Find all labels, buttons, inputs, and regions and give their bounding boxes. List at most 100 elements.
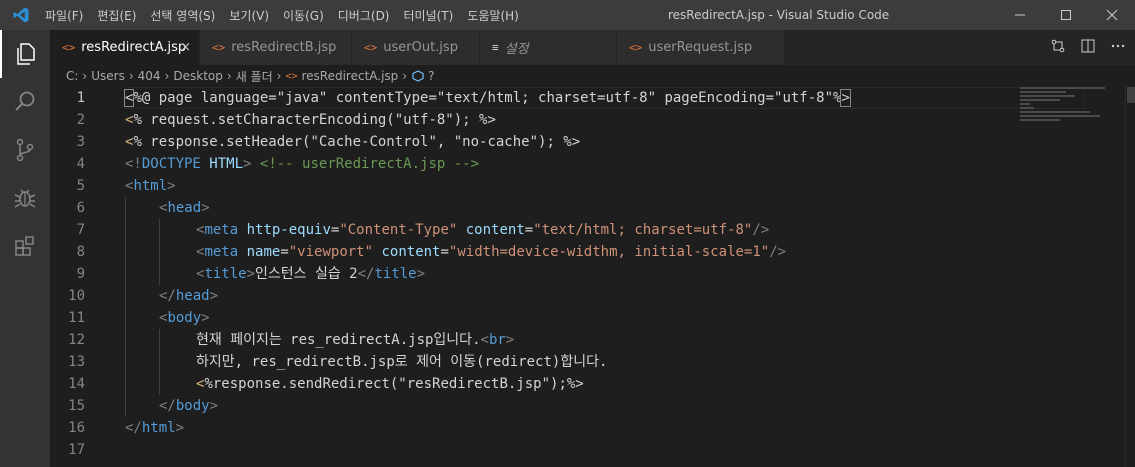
code-attr: HTML <box>200 156 244 172</box>
code-line[interactable]: <%@ page language="java" contentType="te… <box>123 87 1085 109</box>
open-changes-icon[interactable] <box>1051 39 1065 57</box>
code-line[interactable]: <meta name="viewport" content="width=dev… <box>125 241 1085 263</box>
line-number-gutter: 1 2 3 4 5 6 7 8 9 10 11 12 13 14 15 16 1… <box>50 87 115 461</box>
line-number: 8 <box>76 244 85 260</box>
code-tag: html <box>133 178 168 194</box>
breadcrumb-drive[interactable]: C: <box>66 69 78 83</box>
code-tag: body <box>175 398 210 414</box>
menu-edit[interactable]: 편집(E) <box>97 7 136 24</box>
indent-guide <box>125 329 126 351</box>
tab-userrequest[interactable]: <> userRequest.jsp <box>617 30 785 65</box>
bracket-match: > <box>840 89 851 107</box>
search-button[interactable] <box>0 78 50 126</box>
code-line[interactable]: 하지만, res_redirectB.jsp로 제어 이동(redirect)합… <box>125 351 1085 373</box>
line-number: 12 <box>68 332 85 348</box>
tab-label: userRequest.jsp <box>648 40 753 55</box>
vertical-scrollbar[interactable] <box>1125 87 1135 467</box>
code-line[interactable]: 현재 페이지는 res_redirectA.jsp입니다.<br> <box>125 329 1085 351</box>
editor-actions <box>1035 30 1125 65</box>
split-editor-icon[interactable] <box>1081 39 1095 57</box>
code-text: % response.setHeader("Cache-Control", "n… <box>133 134 581 150</box>
breadcrumb-users[interactable]: Users <box>91 69 125 83</box>
tab-resredirectb[interactable]: <> resRedirectB.jsp <box>200 30 352 65</box>
breadcrumb-folder[interactable]: 새 폴더 <box>236 68 273 85</box>
code-punct: > <box>209 398 219 414</box>
minimap[interactable] <box>1020 87 1110 127</box>
close-window-button[interactable] <box>1089 0 1135 30</box>
code-punct: > <box>416 266 426 282</box>
code-punct: > <box>175 420 185 436</box>
code-tag: DOCTYPE <box>141 156 201 172</box>
breadcrumb-file[interactable]: resRedirectA.jsp <box>301 69 398 83</box>
symbol-icon <box>412 70 424 82</box>
code-attr: http-equiv <box>238 222 331 238</box>
jsp-file-icon: <> <box>62 41 76 54</box>
code-punct: < <box>480 332 489 348</box>
code-line[interactable]: <body> <box>125 307 1085 329</box>
code-line[interactable]: </html> <box>125 417 1085 439</box>
indent-guide <box>125 241 126 263</box>
files-icon <box>17 43 35 65</box>
breadcrumb-desktop[interactable]: Desktop <box>173 69 223 83</box>
code-text: %response.sendRedirect("resRedirectB.jsp… <box>204 376 584 392</box>
maximize-button[interactable] <box>1043 0 1089 30</box>
jsp-file-icon: <> <box>364 41 378 54</box>
code-comment: <!-- userRedirectA.jsp --> <box>251 156 480 172</box>
source-control-button[interactable] <box>0 126 50 174</box>
explorer-button[interactable] <box>0 30 50 78</box>
code-tag: meta <box>204 244 239 260</box>
line-number: 11 <box>68 310 85 326</box>
code-editor[interactable]: 1 2 3 4 5 6 7 8 9 10 11 12 13 14 15 16 1… <box>50 87 1135 467</box>
code-line[interactable]: </body> <box>125 395 1085 417</box>
code-tag: title <box>374 266 417 282</box>
menu-terminal[interactable]: 터미널(T) <box>404 7 454 24</box>
code-line[interactable]: <head> <box>125 197 1085 219</box>
code-line[interactable] <box>125 439 1085 461</box>
maximize-icon <box>1061 10 1071 20</box>
code-line[interactable]: <% response.setHeader("Cache-Control", "… <box>125 131 1085 153</box>
code-line[interactable]: <html> <box>125 175 1085 197</box>
code-line[interactable]: <meta http-equiv="Content-Type" content=… <box>125 219 1085 241</box>
more-actions-icon[interactable] <box>1111 39 1125 57</box>
menu-help[interactable]: 도움말(H) <box>467 7 519 24</box>
code-line[interactable]: <title>인스턴스 실습 2</title> <box>125 263 1085 285</box>
code-tag: br <box>488 332 506 348</box>
minimize-button[interactable] <box>997 0 1043 30</box>
activity-bar <box>0 30 50 467</box>
tab-userout[interactable]: <> userOut.jsp <box>352 30 480 65</box>
code-line[interactable]: <%response.sendRedirect("resRedirectB.js… <box>125 373 1085 395</box>
breadcrumb-user[interactable]: 404 <box>138 69 161 83</box>
menu-file[interactable]: 파일(F) <box>45 7 83 24</box>
menu-selection[interactable]: 선택 영역(S) <box>150 7 215 24</box>
close-tab-icon[interactable]: × <box>180 40 191 55</box>
debug-button[interactable] <box>0 174 50 222</box>
vscode-logo-icon <box>13 7 29 23</box>
jsp-file-icon: <> <box>212 41 226 54</box>
tab-settings[interactable]: ≡ 설정 <box>480 30 617 65</box>
line-number: 17 <box>68 442 85 458</box>
line-number: 9 <box>76 266 85 282</box>
code-text: %@ page language="java" contentType="tex… <box>133 90 842 106</box>
indent-guide <box>125 263 126 285</box>
breadcrumb-symbol[interactable]: ? <box>428 69 434 83</box>
menu-go[interactable]: 이동(G) <box>283 7 324 24</box>
scrollbar-thumb[interactable] <box>1127 87 1135 103</box>
indent-guide <box>125 285 126 307</box>
line-number: 13 <box>68 354 85 370</box>
editor-tab-bar: <> resRedirectA.jsp × <> resRedirectB.js… <box>50 30 1135 65</box>
code-text: 인스턴스 실습 2 <box>255 266 358 282</box>
line-number: 14 <box>68 376 85 392</box>
chevron-right-icon: › <box>82 69 88 83</box>
code-line[interactable]: <% request.setCharacterEncoding("utf-8")… <box>125 109 1085 131</box>
tab-resredirecta[interactable]: <> resRedirectA.jsp × <box>50 30 200 65</box>
code-line[interactable]: <!DOCTYPE HTML> <!-- userRedirectA.jsp -… <box>125 153 1085 175</box>
line-number: 15 <box>68 398 85 414</box>
menu-debug[interactable]: 디버그(D) <box>338 7 390 24</box>
extensions-button[interactable] <box>0 222 50 270</box>
code-text: 현재 페이지는 res_redirectA.jsp입니다. <box>196 332 481 348</box>
chevron-right-icon: › <box>226 69 232 83</box>
code-lines[interactable]: < %@ page language="java" contentType="te… <box>123 87 1085 461</box>
code-tag: title <box>204 266 247 282</box>
code-line[interactable]: </head> <box>125 285 1085 307</box>
menu-view[interactable]: 보기(V) <box>229 7 269 24</box>
